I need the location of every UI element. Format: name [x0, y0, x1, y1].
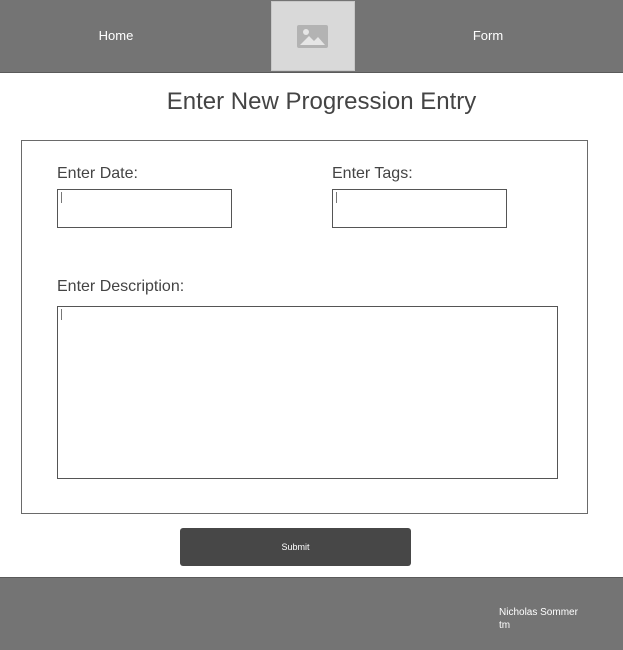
- text-caret: [61, 192, 62, 203]
- nav-home-link[interactable]: Home: [76, 0, 156, 72]
- description-textarea[interactable]: [57, 306, 558, 479]
- submit-button[interactable]: Submit: [180, 528, 411, 566]
- text-caret: [61, 309, 62, 320]
- page-title: Enter New Progression Entry: [166, 88, 477, 115]
- logo-image-placeholder: [271, 1, 355, 71]
- tags-label: Enter Tags:: [332, 165, 413, 182]
- description-label: Enter Description:: [57, 278, 185, 295]
- tags-input[interactable]: [332, 189, 507, 228]
- image-placeholder-icon: [297, 25, 328, 48]
- footer-trademark: tm: [499, 620, 511, 631]
- footer-bar: Nicholas Sommer tm: [0, 577, 623, 650]
- header-bar: Home Form: [0, 0, 623, 73]
- entry-form: Enter Date: Enter Tags: Enter Descriptio…: [21, 140, 588, 514]
- nav-form-link[interactable]: Form: [448, 0, 528, 72]
- date-input[interactable]: [57, 189, 232, 228]
- text-caret: [336, 192, 337, 203]
- footer-credit: Nicholas Sommer tm: [499, 606, 609, 632]
- date-label: Enter Date:: [57, 165, 138, 182]
- footer-author: Nicholas Sommer: [499, 607, 578, 618]
